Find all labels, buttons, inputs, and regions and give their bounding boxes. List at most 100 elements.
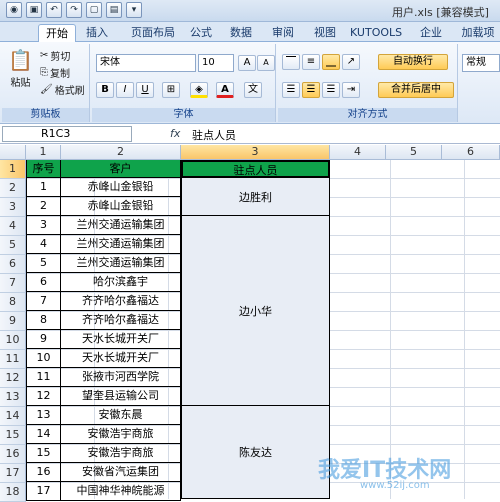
fill-color-button[interactable]: ◈ [190, 82, 208, 98]
new-icon[interactable]: ▢ [86, 2, 102, 18]
table-cell[interactable]: 天水长城开关厂 [61, 330, 181, 349]
row-header[interactable]: 18 [0, 483, 26, 502]
align-right-button[interactable]: ☰ [322, 82, 340, 98]
formula-input[interactable]: 驻点人员 [192, 127, 236, 143]
table-cell[interactable]: 12 [26, 387, 61, 406]
paste-button[interactable]: 📋 粘贴 [8, 48, 33, 89]
tab-review[interactable]: 审阅 [268, 24, 298, 42]
column-header[interactable]: 2 [61, 145, 181, 160]
print-icon[interactable]: ▤ [106, 2, 122, 18]
row-header[interactable]: 3 [0, 198, 26, 217]
save-icon[interactable]: ▣ [26, 2, 42, 18]
row-header[interactable]: 14 [0, 407, 26, 426]
merged-cell[interactable]: 边胜利 [181, 178, 330, 216]
shrink-font-button[interactable]: A [257, 55, 275, 71]
row-header[interactable]: 12 [0, 369, 26, 388]
tab-formulas[interactable]: 公式 [186, 24, 216, 42]
tab-page-layout[interactable]: 页面布局 [124, 24, 182, 42]
tab-data[interactable]: 数据 [226, 24, 256, 42]
align-top-button[interactable]: ⎺ [282, 54, 300, 70]
tab-view[interactable]: 视图 [310, 24, 340, 42]
table-cell[interactable]: 15 [26, 444, 61, 463]
column-header[interactable]: 4 [330, 145, 386, 160]
table-cell[interactable]: 13 [26, 406, 61, 425]
table-cell[interactable]: 4 [26, 235, 61, 254]
tab-kutools[interactable]: KUTOOLS [350, 24, 402, 42]
column-header[interactable]: 6 [442, 145, 500, 160]
cut-button[interactable]: ✂ 剪切 [40, 48, 70, 63]
row-header[interactable]: 7 [0, 274, 26, 293]
row-header[interactable]: 17 [0, 464, 26, 483]
table-cell[interactable]: 16 [26, 463, 61, 482]
tab-home[interactable]: 开始 [38, 24, 76, 42]
table-cell[interactable]: 望奎县运输公司 [61, 387, 181, 406]
table-cell[interactable]: 3 [26, 216, 61, 235]
tab-addins[interactable]: 加载项 [456, 24, 500, 42]
table-cell[interactable]: 赤峰山金银铅 [61, 197, 181, 216]
undo-icon[interactable]: ↶ [46, 2, 62, 18]
table-cell[interactable]: 14 [26, 425, 61, 444]
tab-enterprise[interactable]: 企业 [416, 24, 446, 42]
table-cell[interactable]: 17 [26, 482, 61, 501]
table-cell[interactable]: 5 [26, 254, 61, 273]
row-header[interactable]: 10 [0, 331, 26, 350]
table-cell[interactable]: 安徽浩宇商旅 [61, 444, 181, 463]
wrap-text-button[interactable]: 自动换行 [378, 54, 448, 70]
table-header-cell[interactable]: 驻点人员 [181, 160, 330, 178]
select-all-corner[interactable] [0, 145, 26, 160]
table-cell[interactable]: 6 [26, 273, 61, 292]
font-name-select[interactable]: 宋体 [96, 54, 196, 72]
name-box[interactable]: R1C3 [2, 126, 132, 142]
table-cell[interactable]: 10 [26, 349, 61, 368]
merged-cell[interactable]: 陈友达 [181, 406, 330, 499]
row-header[interactable]: 15 [0, 426, 26, 445]
table-cell[interactable]: 安徽东晨 [61, 406, 181, 425]
row-header[interactable]: 13 [0, 388, 26, 407]
dropdown-icon[interactable]: ▾ [126, 2, 142, 18]
font-color-button[interactable]: A [216, 82, 234, 98]
number-format-select[interactable]: 常规 [462, 54, 500, 72]
grow-font-button[interactable]: A [238, 55, 256, 71]
row-header[interactable]: 8 [0, 293, 26, 312]
row-header[interactable]: 16 [0, 445, 26, 464]
row-header[interactable]: 11 [0, 350, 26, 369]
table-cell[interactable]: 8 [26, 311, 61, 330]
row-header[interactable]: 4 [0, 217, 26, 236]
fx-button[interactable]: fx [170, 127, 180, 140]
column-header[interactable]: 3 [181, 145, 330, 160]
table-cell[interactable]: 9 [26, 330, 61, 349]
format-painter-button[interactable]: 🖌 格式刷 [40, 82, 85, 97]
table-cell[interactable]: 赤峰山金银铅 [61, 178, 181, 197]
table-header-cell[interactable]: 序号 [26, 160, 61, 178]
borders-button[interactable]: ⊞ [162, 82, 180, 98]
table-cell[interactable]: 1 [26, 178, 61, 197]
column-header[interactable]: 1 [26, 145, 61, 160]
tab-insert[interactable]: 插入 [80, 24, 114, 42]
table-cell[interactable]: 安徽浩宇商旅 [61, 425, 181, 444]
column-header[interactable]: 5 [386, 145, 442, 160]
table-cell[interactable]: 兰州交通运输集团 [61, 254, 181, 273]
table-cell[interactable]: 哈尔滨鑫宇 [61, 273, 181, 292]
table-cell[interactable]: 齐齐哈尔鑫福达 [61, 292, 181, 311]
orientation-button[interactable]: ↗ [342, 54, 360, 70]
table-cell[interactable]: 兰州交通运输集团 [61, 235, 181, 254]
merged-cell[interactable]: 边小华 [181, 216, 330, 406]
font-size-select[interactable]: 10 [198, 54, 234, 72]
underline-button[interactable]: U [136, 82, 154, 98]
copy-button[interactable]: ⎘ 复制 [40, 65, 70, 80]
indent-button[interactable]: ⇥ [342, 82, 360, 98]
row-header[interactable]: 6 [0, 255, 26, 274]
table-cell[interactable]: 张掖市河西学院 [61, 368, 181, 387]
table-cell[interactable]: 2 [26, 197, 61, 216]
align-left-button[interactable]: ☰ [282, 82, 300, 98]
table-cell[interactable]: 安徽省汽运集团 [61, 463, 181, 482]
redo-icon[interactable]: ↷ [66, 2, 82, 18]
table-cell[interactable]: 11 [26, 368, 61, 387]
table-cell[interactable]: 兰州交通运输集团 [61, 216, 181, 235]
italic-button[interactable]: I [116, 82, 134, 98]
merge-center-button[interactable]: 合并后居中 [378, 82, 454, 98]
row-header[interactable]: 1 [0, 160, 26, 179]
table-cell[interactable]: 7 [26, 292, 61, 311]
table-cell[interactable]: 中国神华神皖能源 [61, 482, 181, 501]
row-header[interactable]: 9 [0, 312, 26, 331]
